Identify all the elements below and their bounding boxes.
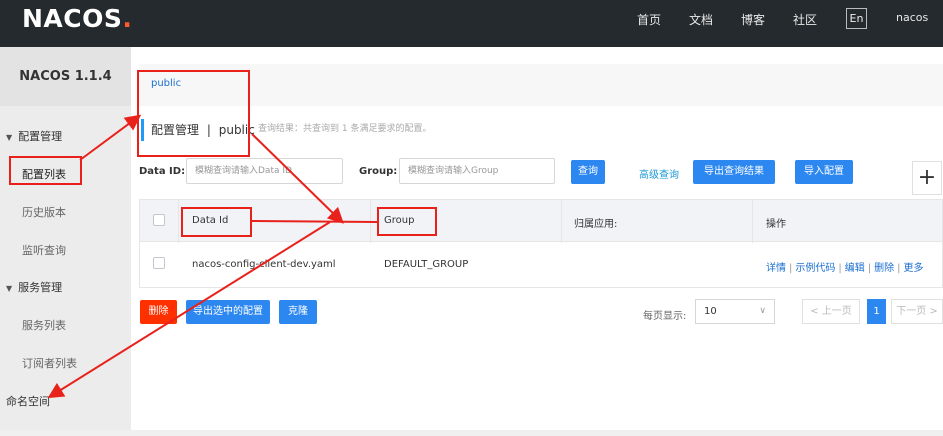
app-root: NACOS. 首页 文档 博客 社区 En nacos NACOS 1.1.4 … [0,0,943,436]
arrow-to-namespace [47,221,331,399]
arrow-to-table-header [251,133,344,224]
arrow-to-page-title [79,114,142,161]
annotation-arrows [47,114,378,399]
line-data-id-to-group [251,220,378,223]
